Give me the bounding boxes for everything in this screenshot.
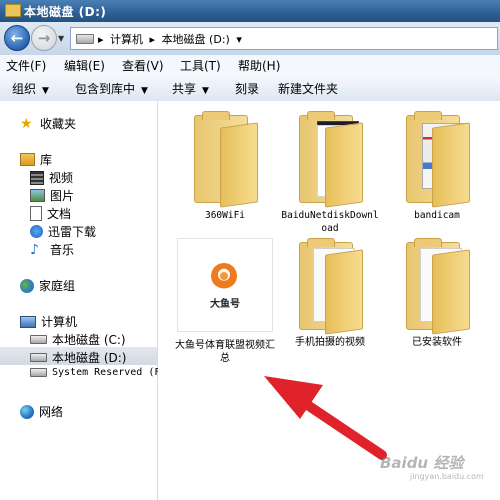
annotation-arrow-icon [264, 376, 387, 460]
watermark: Baidu 经验 [380, 454, 464, 472]
watermark-url: jingyan.baidu.com [410, 472, 484, 481]
